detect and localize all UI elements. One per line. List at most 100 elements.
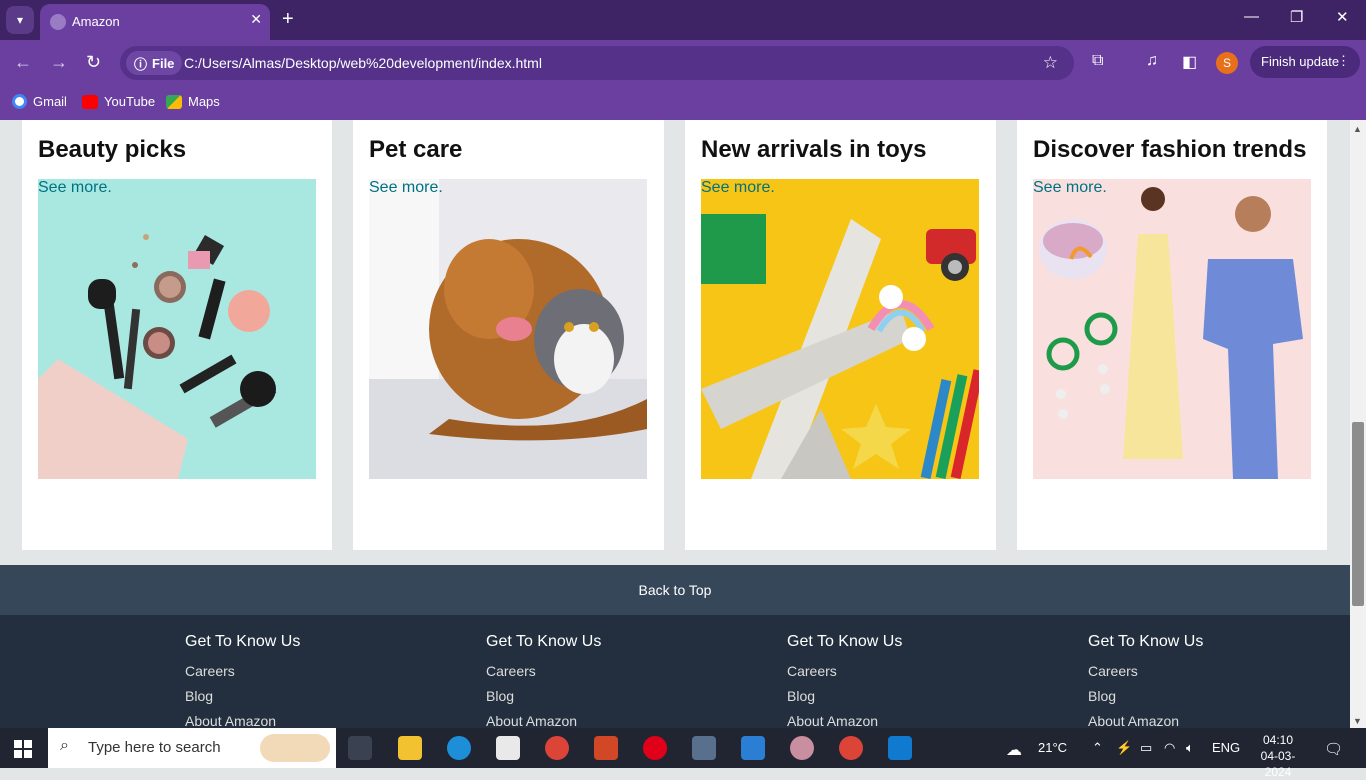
new-tab-button[interactable]: + [282,8,294,30]
extensions-icon[interactable]: ⧉ [1092,52,1103,70]
footer-heading: Get To Know Us [486,633,602,650]
chevron-up-icon[interactable]: ⌃ [1092,740,1103,756]
back-icon[interactable]: ← [14,52,32,73]
page-scrollbar[interactable]: ▲ ▼ [1350,120,1366,728]
chevron-down-icon: ▾ [16,13,24,27]
youtube-icon [82,94,98,109]
footer-heading: Get To Know Us [185,633,301,650]
powerpoint-icon[interactable] [594,736,618,760]
footer-link-blog[interactable]: Blog [1088,684,1203,709]
minimize-icon[interactable]: — [1244,8,1259,25]
browser-toolbar: ← → ↻ ⓘ File C:/Users/Almas/Desktop/web%… [0,40,1366,86]
volume-icon[interactable]: 🔈︎ [1186,740,1194,756]
card-beauty-picks: Beauty picks See more. [22,120,332,550]
vscode-icon[interactable] [888,736,912,760]
media-controls-icon[interactable]: ♫ [1146,52,1158,70]
see-more-link[interactable]: See more. [701,179,775,197]
finish-update-label: Finish update [1261,54,1340,69]
close-tab-icon[interactable]: ✕ [250,11,262,28]
see-more-link[interactable]: See more. [1033,179,1107,197]
bird-app-icon[interactable] [692,736,716,760]
scroll-up-icon[interactable]: ▲ [1353,124,1362,134]
footer-link-blog[interactable]: Blog [787,684,902,709]
chrome-icon[interactable] [545,736,569,760]
see-more-link[interactable]: See more. [38,179,112,197]
search-icon: ⌕ [60,737,69,754]
clock[interactable]: 04:10 04-03-2024 [1248,732,1308,780]
bookmark-youtube[interactable]: YouTube [82,94,155,109]
maps-icon [166,94,182,109]
back-to-top-button[interactable]: Back to Top [0,565,1350,615]
side-panel-icon[interactable]: ◧ [1182,52,1197,72]
battery-icon[interactable]: ▭ [1140,740,1152,756]
toy-airplane-image[interactable]: See more. [701,179,979,479]
profile-avatar[interactable]: S [1216,52,1238,74]
language-indicator[interactable]: ENG [1212,740,1240,755]
page-content: Beauty picks See more. Pet care See more… [0,120,1350,728]
card-title: Discover fashion trends [1033,136,1307,163]
task-view-icon[interactable] [348,736,372,760]
site-info-chip[interactable]: ⓘ File [126,51,183,75]
tab-amazon[interactable]: Amazon ✕ [40,4,270,40]
gmail-icon [12,94,27,109]
fashion-models-image[interactable]: See more. [1033,179,1311,479]
scrollbar-thumb[interactable] [1352,422,1364,606]
search-highlight-icon [260,734,330,762]
file-label: File [152,55,175,71]
bookmark-label: Gmail [33,94,67,109]
bookmark-maps[interactable]: Maps [166,94,220,109]
temperature[interactable]: 21°C [1038,740,1067,755]
opera-icon[interactable] [643,736,667,760]
tab-strip: ▾ Amazon ✕ + — ❐ ✕ [0,0,1366,40]
globe-icon [50,14,66,30]
footer-link-about[interactable]: About Amazon [486,709,601,728]
windows-taskbar: ⌕ Type here to search ☁ 21°C ⌃ ⚡ ▭ ◠ 🔈︎ … [0,728,1366,779]
reload-icon[interactable]: ↻ [86,52,101,73]
bookmarks-bar: Gmail YouTube Maps [0,86,1366,120]
bookmark-gmail[interactable]: Gmail [12,94,67,109]
profile-initial: S [1222,56,1231,70]
footer-link-about[interactable]: About Amazon [787,709,902,728]
mail-icon[interactable] [741,736,765,760]
bookmark-star-icon[interactable]: ☆ [1043,53,1058,73]
close-window-icon[interactable]: ✕ [1336,8,1349,26]
finish-update-button[interactable]: Finish update ⋮ [1250,46,1360,78]
footer-link-careers[interactable]: Careers [185,659,300,684]
file-explorer-icon[interactable] [398,736,422,760]
footer-column: Get To Know Us Careers Blog About Amazon [1088,633,1203,728]
edge-icon[interactable] [447,736,471,760]
card-title: New arrivals in toys [701,136,927,163]
windows-start-icon[interactable] [14,740,32,758]
clock-date: 04-03-2024 [1260,749,1296,779]
footer-heading: Get To Know Us [1088,633,1204,650]
footer-link-blog[interactable]: Blog [185,684,300,709]
footer-link-careers[interactable]: Careers [787,659,902,684]
back-to-top-label: Back to Top [638,582,712,598]
footer-column: Get To Know Us Careers Blog About Amazon [787,633,902,728]
url-text[interactable]: C:/Users/Almas/Desktop/web%20development… [184,55,542,71]
wifi-icon[interactable]: ◠ [1164,740,1175,756]
chrome-profile-icon[interactable] [839,736,863,760]
see-more-link[interactable]: See more. [369,179,443,197]
forward-icon[interactable]: → [50,52,68,73]
network-icon[interactable]: ⚡ [1116,740,1132,756]
taskbar-search[interactable]: ⌕ Type here to search [48,728,336,768]
notification-icon[interactable]: 🗨︎ [1324,740,1343,758]
restore-icon[interactable]: ❐ [1290,8,1303,26]
footer-heading: Get To Know Us [787,633,903,650]
footer-link-careers[interactable]: Careers [1088,659,1203,684]
weather-icon[interactable]: ☁ [1006,740,1022,760]
address-bar[interactable]: ⓘ File C:/Users/Almas/Desktop/web%20deve… [120,46,1074,80]
tab-search-button[interactable]: ▾ [6,6,34,34]
footer-link-about[interactable]: About Amazon [1088,709,1203,728]
search-placeholder: Type here to search [88,739,221,756]
scroll-down-icon[interactable]: ▼ [1353,716,1362,726]
footer-link-about[interactable]: About Amazon [185,709,300,728]
footer-link-careers[interactable]: Careers [486,659,601,684]
paint-icon[interactable] [790,736,814,760]
footer-link-blog[interactable]: Blog [486,684,601,709]
bookmark-label: Maps [188,94,220,109]
store-icon[interactable] [496,736,520,760]
makeup-products-image[interactable]: See more. [38,179,316,479]
dog-and-cat-image[interactable]: See more. [369,179,647,479]
